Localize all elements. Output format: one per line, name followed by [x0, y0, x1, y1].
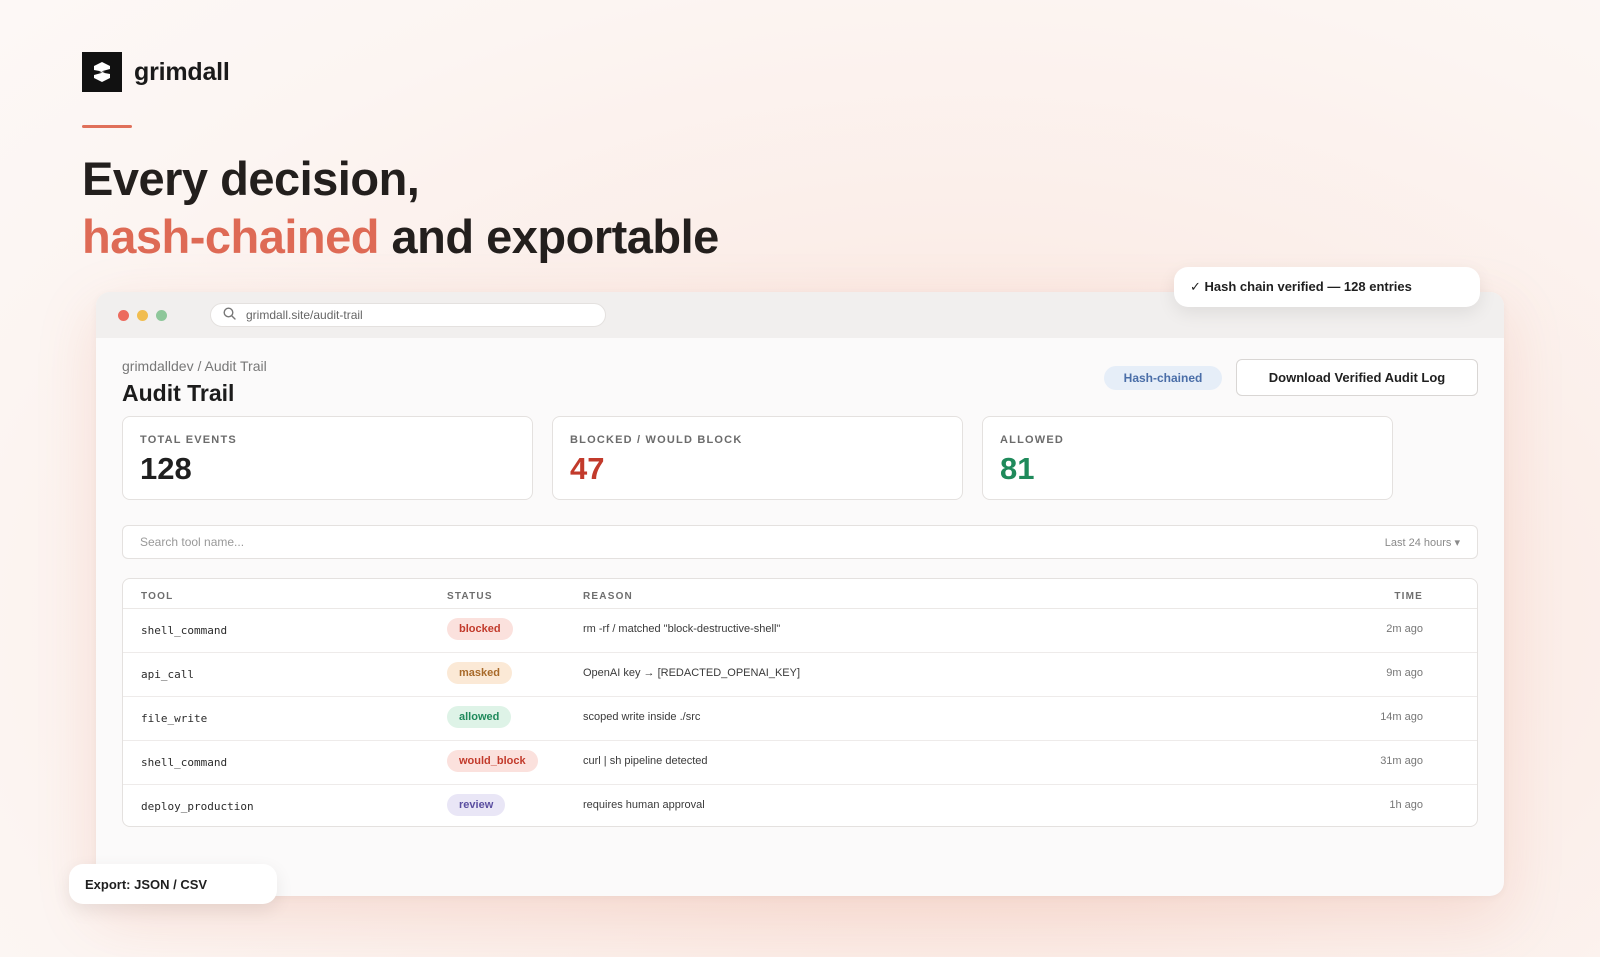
time-text: 31m ago: [1380, 755, 1423, 767]
reason-text: curl | sh pipeline detected: [583, 755, 708, 767]
audit-table: TOOL STATUS REASON TIME shell_command bl…: [122, 578, 1478, 827]
stat-value: 47: [570, 451, 605, 486]
headline-line-2: hash-chained and exportable: [82, 208, 719, 266]
tool-name: deploy_production: [141, 800, 254, 813]
brand: grimdall: [82, 52, 230, 92]
reason-text: OpenAI key → [REDACTED_OPENAI_KEY]: [583, 667, 801, 679]
maximize-dot-icon[interactable]: [156, 309, 167, 321]
stat-card-blocked: BLOCKED / WOULD BLOCK 47: [552, 416, 963, 500]
search-input[interactable]: [140, 535, 1040, 549]
tool-name: file_write: [141, 712, 208, 725]
browser-window: grimdall.site/audit-trail grimdalldev / …: [96, 292, 1504, 896]
table-row[interactable]: shell_command blocked rm -rf / matched "…: [123, 609, 1477, 653]
stat-card-allowed: ALLOWED 81: [982, 416, 1393, 500]
accent-divider: [82, 125, 132, 128]
tool-search-bar: Last 24 hours ▾: [122, 525, 1478, 559]
time-range-dropdown[interactable]: Last 24 hours ▾: [1385, 536, 1460, 549]
hash-verified-toast: ✓ Hash chain verified — 128 entries: [1174, 267, 1480, 307]
status-badge: allowed: [447, 706, 512, 728]
column-header-time[interactable]: TIME: [1394, 591, 1423, 602]
stat-card-total-events: TOTAL EVENTS 128: [122, 416, 533, 500]
column-header-tool[interactable]: TOOL: [141, 591, 173, 602]
address-url: grimdall.site/audit-trail: [246, 308, 363, 322]
reason-text: requires human approval: [583, 799, 705, 811]
time-text: 1h ago: [1389, 799, 1423, 811]
table-header: TOOL STATUS REASON TIME: [123, 579, 1477, 609]
stat-label: TOTAL EVENTS: [140, 434, 237, 446]
headline-rest: and exportable: [391, 210, 720, 263]
status-badge: blocked: [447, 618, 513, 640]
brand-logo-icon: [82, 52, 122, 92]
page-title: Audit Trail: [122, 380, 235, 406]
table-row[interactable]: deploy_production review requires human …: [123, 785, 1477, 826]
hash-chained-badge: Hash-chained: [1104, 366, 1222, 390]
stat-label: BLOCKED / WOULD BLOCK: [570, 434, 743, 446]
download-audit-log-button[interactable]: Download Verified Audit Log: [1236, 359, 1478, 396]
table-row[interactable]: file_write allowed scoped write inside .…: [123, 697, 1477, 741]
reason-text: scoped write inside ./src: [583, 711, 701, 723]
reason-text: rm -rf / matched "block-destructive-shel…: [583, 623, 781, 635]
column-header-reason[interactable]: REASON: [583, 591, 633, 602]
minimize-dot-icon[interactable]: [137, 309, 148, 321]
time-text: 14m ago: [1380, 711, 1423, 723]
stat-value: 81: [1000, 451, 1035, 486]
headline: Every decision, hash-chained and exporta…: [82, 150, 719, 266]
search-icon: [223, 307, 236, 323]
time-text: 2m ago: [1386, 623, 1423, 635]
close-dot-icon[interactable]: [118, 309, 129, 321]
table-row[interactable]: api_call masked OpenAI key → [REDACTED_O…: [123, 653, 1477, 697]
address-bar[interactable]: grimdall.site/audit-trail: [210, 303, 606, 327]
time-text: 9m ago: [1386, 667, 1423, 679]
breadcrumb[interactable]: grimdalldev / Audit Trail: [122, 358, 267, 374]
column-header-status[interactable]: STATUS: [447, 591, 493, 602]
tool-name: api_call: [141, 668, 194, 681]
export-formats-toast[interactable]: Export: JSON / CSV: [69, 864, 277, 904]
table-row[interactable]: shell_command would_block curl | sh pipe…: [123, 741, 1477, 785]
stat-value: 128: [140, 451, 192, 486]
status-badge: masked: [447, 662, 512, 684]
stat-label: ALLOWED: [1000, 434, 1065, 446]
brand-name: grimdall: [134, 57, 230, 86]
headline-highlight: hash-chained: [82, 210, 379, 263]
status-badge: would_block: [447, 750, 538, 772]
tool-name: shell_command: [141, 756, 228, 769]
tool-name: shell_command: [141, 624, 228, 637]
status-badge: review: [447, 794, 506, 816]
headline-line-1: Every decision,: [82, 152, 420, 205]
